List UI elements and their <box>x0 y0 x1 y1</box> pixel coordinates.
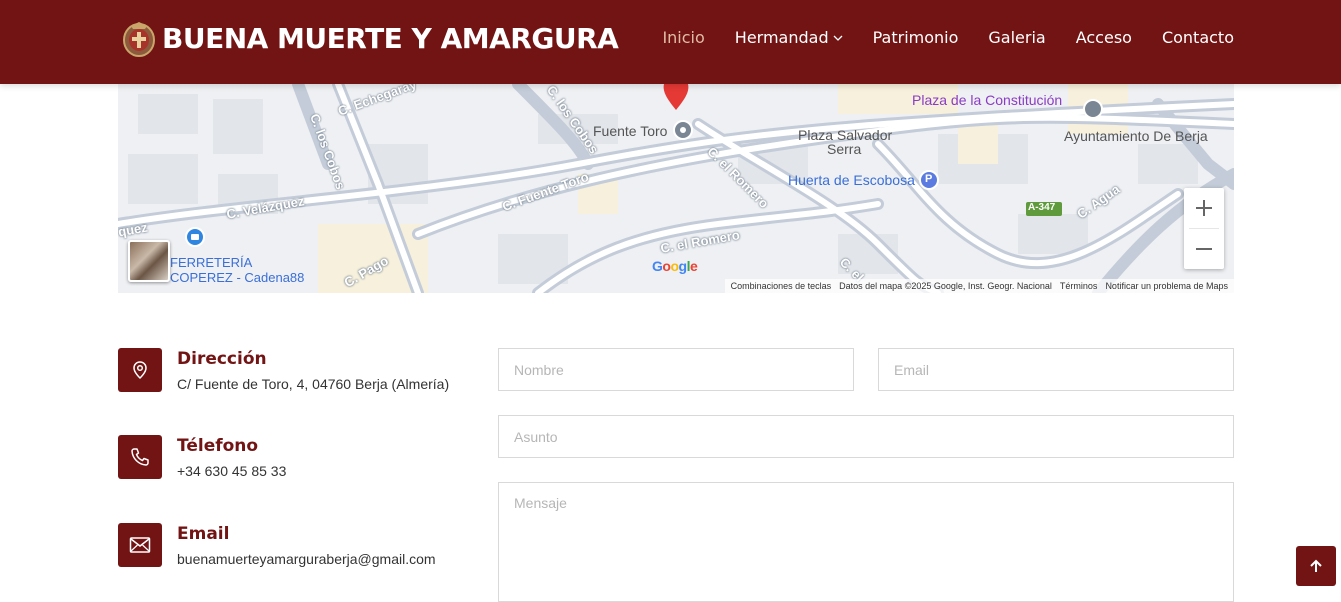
address-block: Dirección C/ Fuente de Toro, 4, 04760 Be… <box>118 348 449 394</box>
poi-fuente-toro[interactable]: Fuente Toro <box>593 123 667 139</box>
arrow-up-icon <box>1310 559 1322 572</box>
parking-icon: P <box>925 173 933 185</box>
zoom-in-button[interactable] <box>1184 188 1224 228</box>
nav-galeria[interactable]: Galeria <box>988 27 1045 49</box>
map-zoom-controls <box>1184 188 1224 269</box>
nav-acceso[interactable]: Acceso <box>1076 27 1132 49</box>
site-title[interactable]: BUENA MUERTE Y AMARGURA <box>162 20 619 58</box>
site-header: BUENA MUERTE Y AMARGURA Inicio Hermandad… <box>0 0 1341 84</box>
message-field[interactable] <box>498 482 1234 602</box>
map-pin-icon <box>118 348 162 392</box>
phone-block: Télefono +34 630 45 85 33 <box>118 435 286 481</box>
email-text[interactable]: buenamuerteyamarguraberja@gmail.com <box>177 549 436 569</box>
phone-text[interactable]: +34 630 45 85 33 <box>177 461 286 481</box>
poi-huerta-escobosa[interactable]: Huerta de Escobosa <box>788 172 915 188</box>
email-title: Email <box>177 524 230 544</box>
phone-title: Télefono <box>177 436 259 456</box>
coat-of-arms-logo[interactable] <box>121 20 157 58</box>
map-data-credit: Datos del mapa ©2025 Google, Inst. Geogr… <box>839 281 1052 291</box>
email-block: Email buenamuerteyamarguraberja@gmail.co… <box>118 523 436 569</box>
terms-link[interactable]: Términos <box>1060 281 1098 291</box>
google-logo: Google <box>652 258 698 274</box>
phone-icon <box>118 435 162 479</box>
street-view-thumbnail[interactable] <box>128 240 170 282</box>
envelope-icon <box>118 523 162 567</box>
google-map[interactable]: C. Echegaray C. los Cobos C. los Cobos C… <box>118 84 1234 293</box>
keyboard-shortcuts-link[interactable]: Combinaciones de teclas <box>731 281 832 291</box>
minus-icon <box>1196 248 1212 250</box>
main-nav: Inicio Hermandad Patrimonio Galeria Acce… <box>662 27 1234 49</box>
back-to-top-button[interactable] <box>1296 546 1336 586</box>
road-badge: A-347 <box>1028 202 1056 213</box>
nav-contacto[interactable]: Contacto <box>1162 27 1234 49</box>
chevron-down-icon <box>833 35 843 41</box>
poi-ferreteria[interactable]: FERRETERÍA <box>170 255 252 270</box>
name-field[interactable] <box>498 348 854 391</box>
map-attribution: Combinaciones de teclas Datos del mapa ©… <box>724 279 1234 293</box>
address-title: Dirección <box>177 349 267 369</box>
address-text: C/ Fuente de Toro, 4, 04760 Berja (Almer… <box>177 376 450 392</box>
plus-icon <box>1196 200 1212 216</box>
report-problem-link[interactable]: Notificar un problema de Maps <box>1105 281 1228 291</box>
nav-patrimonio[interactable]: Patrimonio <box>873 27 959 49</box>
zoom-out-button[interactable] <box>1184 229 1224 269</box>
poi-plaza-salvador-2: Serra <box>827 141 862 157</box>
poi-ferreteria-2: COPEREZ - Cadena88 <box>170 270 305 285</box>
nav-inicio[interactable]: Inicio <box>662 27 704 49</box>
subject-field[interactable] <box>498 415 1234 458</box>
poi-ayuntamiento[interactable]: Ayuntamiento De Berja <box>1064 128 1208 144</box>
nav-hermandad-label: Hermandad <box>734 28 829 47</box>
poi-plaza-constitucion[interactable]: Plaza de la Constitución <box>912 92 1062 108</box>
nav-hermandad[interactable]: Hermandad <box>735 27 843 49</box>
email-field[interactable] <box>878 348 1234 391</box>
